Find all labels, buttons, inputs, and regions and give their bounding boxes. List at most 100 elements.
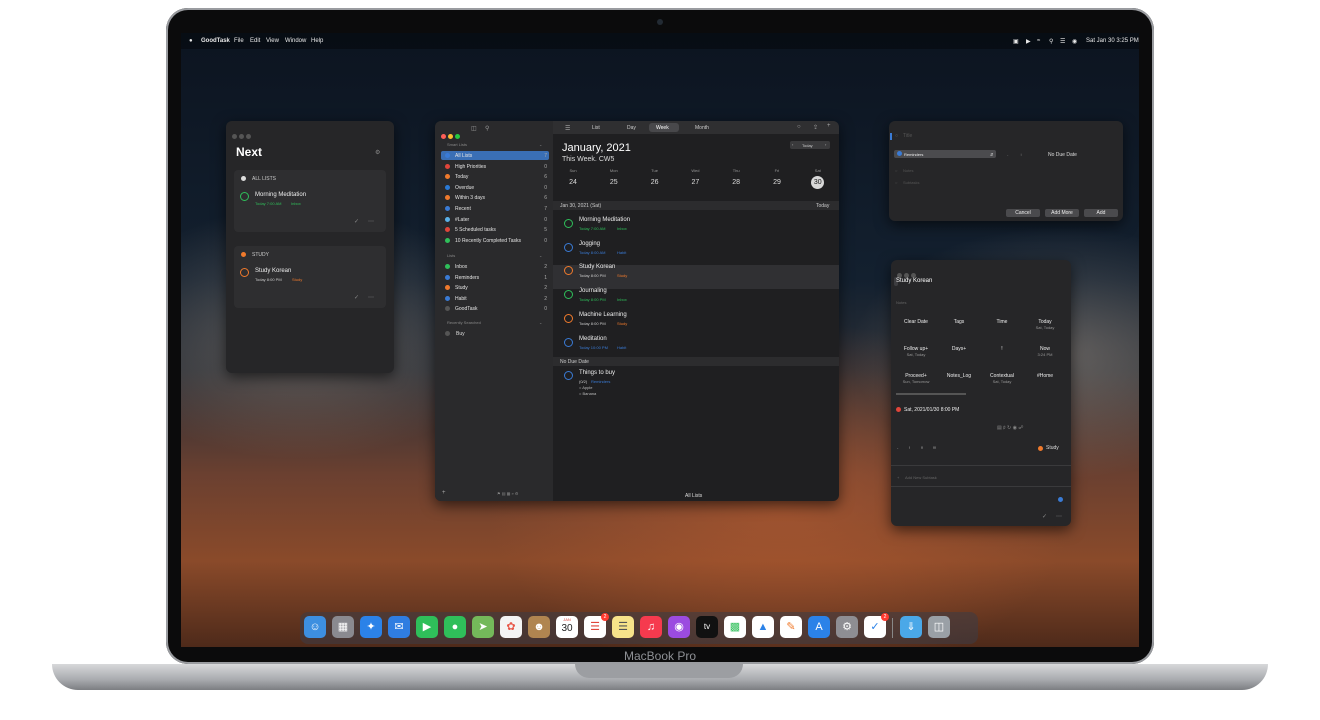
menu-help[interactable]: Help [311,38,323,44]
reminders-icon[interactable]: ☰ 2 [584,613,609,638]
volume-icon[interactable]: ▶ [1026,38,1031,45]
search-icon[interactable]: ⚲ [485,125,489,132]
system-preferences-icon[interactable]: ⚙ [836,616,858,638]
add-task-icon[interactable]: + [827,123,831,129]
task-checkbox[interactable] [564,242,573,252]
subtasks-input[interactable]: Subtasks [903,180,919,185]
more-icon[interactable]: ⋯ [368,218,374,225]
task-title[interactable]: Study Korean [255,268,291,274]
menu-view[interactable]: View [266,38,279,44]
sidebar-toggle-icon[interactable]: ◫ [471,125,477,132]
app-store-icon[interactable]: A [808,616,830,638]
day-column[interactable]: Mon 25 [594,168,634,194]
task-row[interactable]: Study Korean Today 8:00 PM Study [553,260,839,282]
no-due-label[interactable]: No Due Date [1048,152,1077,158]
notes-icon[interactable]: ☰ [612,616,634,638]
detail-task-title[interactable]: Study Korean [896,278,932,284]
priority-none[interactable]: - [897,445,898,450]
scroll-indicator[interactable] [896,393,966,395]
next-week-button[interactable]: › [825,142,826,147]
menu-icon[interactable]: ☰ [565,125,570,132]
sidebar-item[interactable]: High Priorities 0 [445,162,547,171]
priority-high[interactable]: !!! [933,445,936,450]
sidebar-item[interactable]: Study 2 [445,283,547,292]
add-subtask-input[interactable]: Add New Subtask [905,475,937,480]
music-icon[interactable]: ♫ [640,616,662,638]
sidebar-item[interactable]: Today 6 [445,172,547,181]
goodtask-status-icon[interactable]: ▣ [1013,38,1019,45]
detail-notes[interactable]: Notes [896,300,906,305]
apple-menu-icon[interactable]: ● [189,38,193,44]
sidebar-footer-icons[interactable]: ⚑ ▤ ▦ » ⚙ [497,491,518,496]
quick-action-cell[interactable]: Days+ [938,338,980,363]
sidebar-item[interactable]: 5 Scheduled tasks 5 [445,225,547,234]
task-row[interactable]: Machine Learning Today 8:00 PM Study [553,308,839,330]
priority-low[interactable]: ! [909,445,910,450]
pages-icon[interactable]: ✎ [780,616,802,638]
task-checkbox[interactable] [564,219,573,228]
day-column[interactable]: Fri 29 [757,168,797,194]
day-column[interactable]: Sat 30 [798,168,838,194]
quick-action-cell[interactable]: Clear Date [895,311,937,336]
cancel-button[interactable]: Cancel [1006,209,1040,217]
quick-action-cell[interactable]: #Home [1024,365,1066,390]
quick-action-cell[interactable]: Today Sat, Today [1024,311,1066,336]
task-row[interactable]: Journaling Today 8:00 PM Inbox [553,284,839,306]
tab-month[interactable]: Month [695,125,709,131]
day-column[interactable]: Thu 28 [716,168,756,194]
chevron-down-icon[interactable]: ⌄ [539,320,542,325]
safari-icon[interactable]: ✦ [360,616,382,638]
menu-edit[interactable]: Edit [250,38,260,44]
quick-action-cell[interactable]: Contextual Sat, Today [981,365,1023,390]
check-icon[interactable]: ✓ [1042,513,1047,520]
today-button[interactable]: Today [802,143,813,148]
add-more-button[interactable]: Add More [1045,209,1079,217]
app-menu[interactable]: GoodTask [201,38,230,44]
tab-week[interactable]: Week [656,125,669,131]
tab-list[interactable]: List [592,125,600,131]
due-date-line[interactable]: Sat, 2021/01/30 8:00 PM [904,407,959,413]
finder-icon[interactable]: ☺ [304,616,326,638]
sidebar-item[interactable]: 10 Recently Completed Tasks 0 [445,236,547,245]
notes-input[interactable]: Notes [903,168,913,173]
detail-action-icons[interactable]: ▤ ♯ ↻ ◉ ☍ [997,425,1023,431]
flag-icon[interactable]: ↕ [1020,152,1022,157]
launchpad-icon[interactable]: ▦ [332,616,354,638]
sync-icon[interactable]: ○ [797,124,801,130]
trash-icon[interactable]: ◫ [928,616,950,638]
task-checkbox[interactable] [564,371,573,380]
search-icon[interactable]: ⚲ [1049,38,1053,45]
day-column[interactable]: Tue 26 [635,168,675,194]
menu-window[interactable]: Window [285,38,306,44]
quick-action-cell[interactable]: Time [981,311,1023,336]
add-list-icon[interactable]: + [442,490,446,496]
sidebar-item[interactable]: Reminders 1 [445,273,547,282]
info-icon[interactable] [1058,497,1063,502]
quick-action-cell[interactable]: Now 3:24 PM [1024,338,1066,363]
task-checkbox[interactable] [564,266,573,276]
priority-medium[interactable]: !! [921,445,923,450]
task-checkbox[interactable] [240,268,249,277]
more-icon[interactable]: ⋯ [1056,513,1062,520]
sidebar-item[interactable]: Recent 7 [445,204,547,213]
day-column[interactable]: Wed 27 [675,168,715,194]
sidebar-item[interactable]: Overdue 0 [445,183,547,192]
calendar-icon[interactable]: JAN 30 [556,616,578,638]
check-icon[interactable]: ✓ [354,218,359,225]
facetime-icon[interactable]: ▶ [416,616,438,638]
sidebar-item[interactable]: GoodTask 0 [445,304,547,313]
sidebar-item[interactable]: Within 3 days 6 [445,193,547,202]
tab-day[interactable]: Day [627,125,636,131]
sidebar-item[interactable]: #Later 0 [445,215,547,224]
task-checkbox[interactable] [240,192,249,201]
downloads-folder-icon[interactable]: ⇓ [900,616,922,638]
prev-week-button[interactable]: ‹ [792,142,793,147]
task-row[interactable]: Jogging Today 8:00 AM Habit [553,237,839,259]
quick-action-cell[interactable]: ! [981,338,1023,363]
photos-icon[interactable]: ✿ [500,616,522,638]
sidebar-item[interactable]: Inbox 2 [445,262,547,271]
detail-list-name[interactable]: Study [1046,445,1059,451]
messages-icon[interactable]: ● [444,616,466,638]
contacts-icon[interactable]: ☻ [528,616,550,638]
sidebar-item[interactable]: All Lists 7 [445,151,547,160]
